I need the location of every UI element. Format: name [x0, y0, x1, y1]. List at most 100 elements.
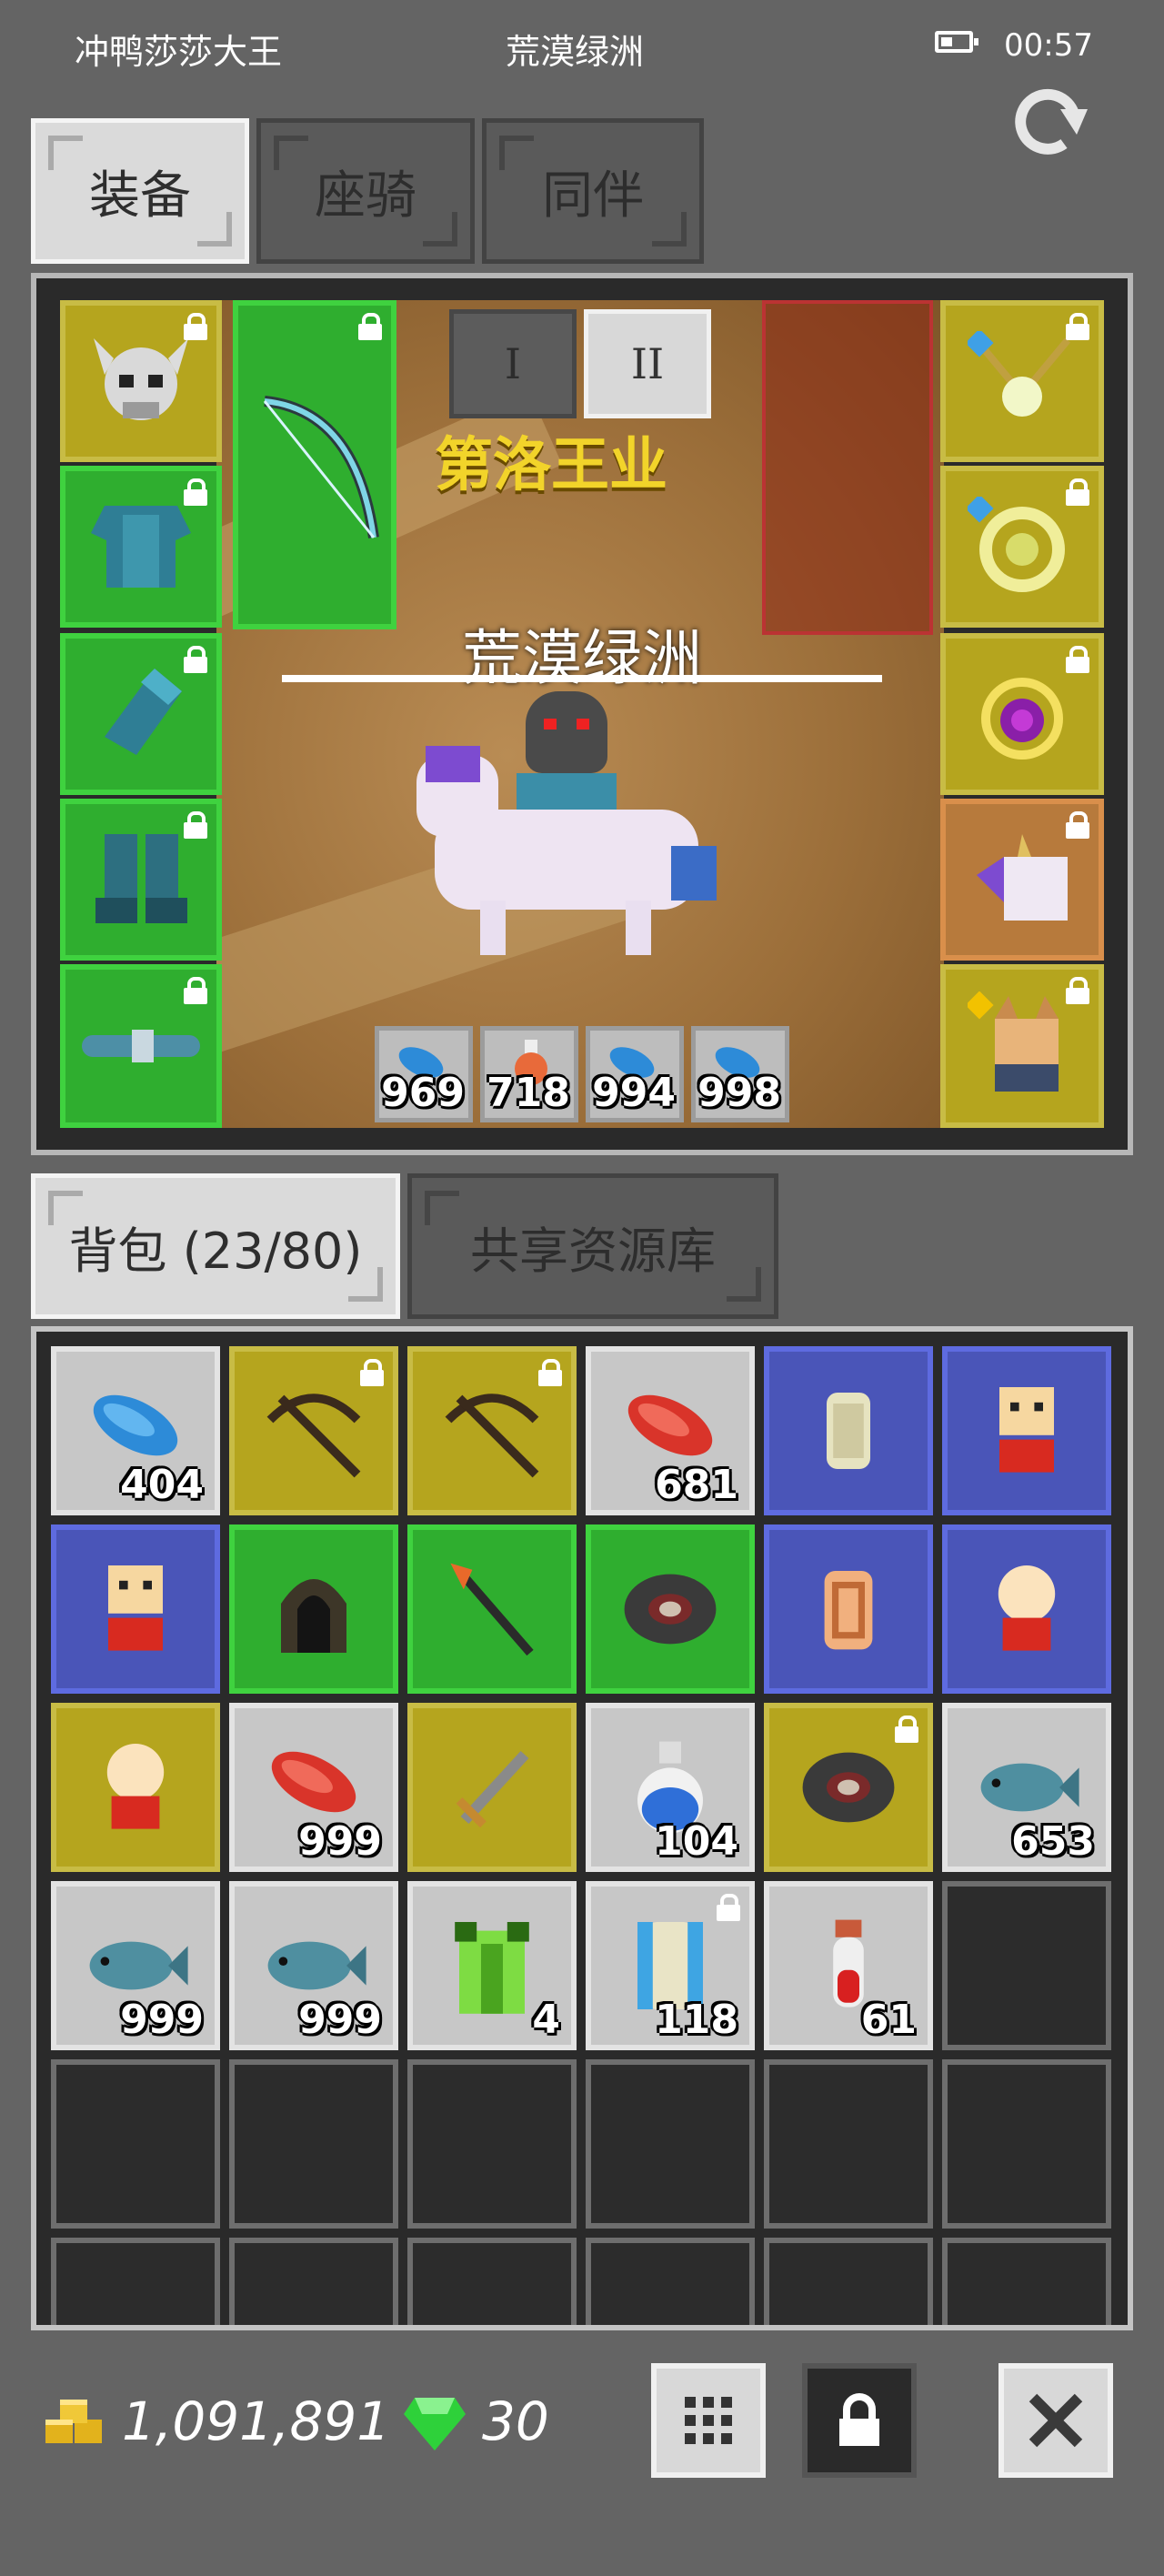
bag-slot[interactable] [764, 1524, 933, 1694]
bag-slot[interactable]: 61 [764, 1881, 933, 2050]
bag-slot[interactable]: 999 [51, 1881, 220, 2050]
tab-companion[interactable]: 同伴 [482, 118, 704, 264]
guild-title: 第洛王业 [435, 432, 667, 499]
lock-button[interactable] [802, 2363, 917, 2478]
map-name-underline [282, 675, 882, 682]
bag-slot[interactable] [407, 1703, 577, 1872]
item-quantity: 61 [860, 1997, 917, 2043]
bag-slot[interactable] [942, 1524, 1111, 1694]
gold-coins-icon [45, 2400, 102, 2443]
bag-slot-empty[interactable] [586, 2238, 755, 2325]
equip-slot-necklace[interactable] [940, 300, 1104, 462]
close-icon [1029, 2393, 1083, 2448]
equip-slot-amulet[interactable] [940, 633, 1104, 795]
bag-slot[interactable]: 104 [586, 1703, 755, 1872]
tab-equipment[interactable]: 装备 [31, 118, 249, 264]
bag-slot[interactable] [51, 1703, 220, 1872]
gear-ring-icon [802, 1752, 895, 1823]
bag-slot-empty[interactable] [51, 2238, 220, 2325]
tab-mount[interactable]: 座骑 [256, 118, 475, 264]
bag-slot-empty[interactable] [942, 2059, 1111, 2229]
bag-slot[interactable]: 404 [51, 1346, 220, 1515]
bag-slot-empty[interactable] [229, 2059, 398, 2229]
amulet-icon [981, 678, 1063, 760]
quick-item[interactable]: 718 [480, 1026, 578, 1122]
quick-item[interactable]: 994 [586, 1026, 684, 1122]
belt-icon [82, 1030, 200, 1062]
hood-icon [281, 1579, 346, 1653]
green-vest-icon [455, 1922, 529, 2014]
lock-icon [360, 1359, 384, 1386]
item-quantity: 999 [120, 1997, 204, 2043]
bag-slot-empty[interactable] [407, 2059, 577, 2229]
gem-amount: 30 [482, 2390, 549, 2452]
item-quantity: 718 [487, 1070, 570, 1116]
bag-slot-empty[interactable] [51, 2059, 220, 2229]
bag-slot-empty[interactable] [942, 1881, 1111, 2050]
bow-icon [263, 396, 379, 538]
bag-slot[interactable]: 681 [586, 1346, 755, 1515]
bag-slot[interactable]: 999 [229, 1703, 398, 1872]
bag-slot[interactable] [764, 1703, 933, 1872]
bag-slot[interactable] [407, 1524, 577, 1694]
bag-slot[interactable] [942, 1346, 1111, 1515]
equip-slot-hands[interactable] [60, 633, 222, 795]
bag-slot-empty[interactable] [407, 2238, 577, 2325]
bag-slot-empty[interactable] [764, 2059, 933, 2229]
bag-slot-empty[interactable] [764, 2238, 933, 2325]
item-quantity: 118 [655, 1997, 738, 2043]
gold-amount: 1,091,891 [122, 2390, 391, 2452]
tab-companion-label: 同伴 [542, 166, 644, 226]
bag-slot[interactable] [764, 1346, 933, 1515]
lock-icon [717, 1894, 740, 1921]
lock-icon [1066, 977, 1089, 1004]
tab-equipment-label: 装备 [89, 166, 191, 226]
npc-figure-icon [108, 1565, 163, 1651]
equip-slot-ring[interactable] [940, 466, 1104, 628]
quick-item[interactable]: 998 [691, 1026, 789, 1122]
sort-button[interactable] [651, 2363, 766, 2478]
bag-slot[interactable]: 4 [407, 1881, 577, 2050]
bag-slot[interactable]: 653 [942, 1703, 1111, 1872]
bag-slot[interactable] [586, 1524, 755, 1694]
item-quantity: 999 [298, 1818, 382, 1865]
lock-icon [1066, 646, 1089, 673]
equip-slot-weapon[interactable] [233, 300, 396, 629]
bag-slot-empty[interactable] [586, 2059, 755, 2229]
gauntlet-icon [105, 669, 182, 755]
item-quantity: 994 [592, 1070, 676, 1116]
equip-slot-feet[interactable] [60, 799, 222, 961]
equip-slot-pet[interactable] [940, 964, 1104, 1128]
equip-slot-belt[interactable] [60, 964, 222, 1128]
tab-backpack[interactable]: 背包 (23/80) [31, 1173, 400, 1319]
item-quantity: 999 [298, 1997, 382, 2043]
tab-shared-storage[interactable]: 共享资源库 [407, 1173, 778, 1319]
quick-item[interactable]: 969 [375, 1026, 473, 1122]
equip-slot-head[interactable] [60, 300, 222, 462]
tab-mount-label: 座骑 [315, 166, 416, 226]
chick-figure-icon [106, 1744, 165, 1829]
bag-slot[interactable]: 118 [586, 1881, 755, 2050]
close-button[interactable] [998, 2363, 1113, 2478]
bag-slot-empty[interactable] [229, 2238, 398, 2325]
pet-dog-icon [968, 991, 1059, 1092]
tab-stage-1[interactable]: I [449, 309, 577, 418]
chick-figure-icon [998, 1565, 1056, 1651]
equip-slot-mount[interactable] [940, 799, 1104, 961]
lock-icon [1066, 478, 1089, 506]
tab-stage-2[interactable]: II [584, 309, 711, 418]
bag-slot[interactable] [407, 1346, 577, 1515]
bag-slot[interactable] [51, 1524, 220, 1694]
lock-icon [184, 313, 207, 340]
bag-slot[interactable]: 999 [229, 1881, 398, 2050]
boots-icon [95, 834, 187, 923]
bag-slot-empty[interactable] [942, 2238, 1111, 2325]
bag-slot[interactable] [229, 1346, 398, 1515]
equip-slot-chest[interactable] [60, 466, 222, 628]
refresh-icon[interactable] [1004, 78, 1091, 166]
gem-icon [404, 2398, 466, 2450]
lock-icon [1066, 313, 1089, 340]
lock-icon [184, 977, 207, 1004]
scroll-icon [827, 1393, 870, 1469]
bag-slot[interactable] [229, 1524, 398, 1694]
